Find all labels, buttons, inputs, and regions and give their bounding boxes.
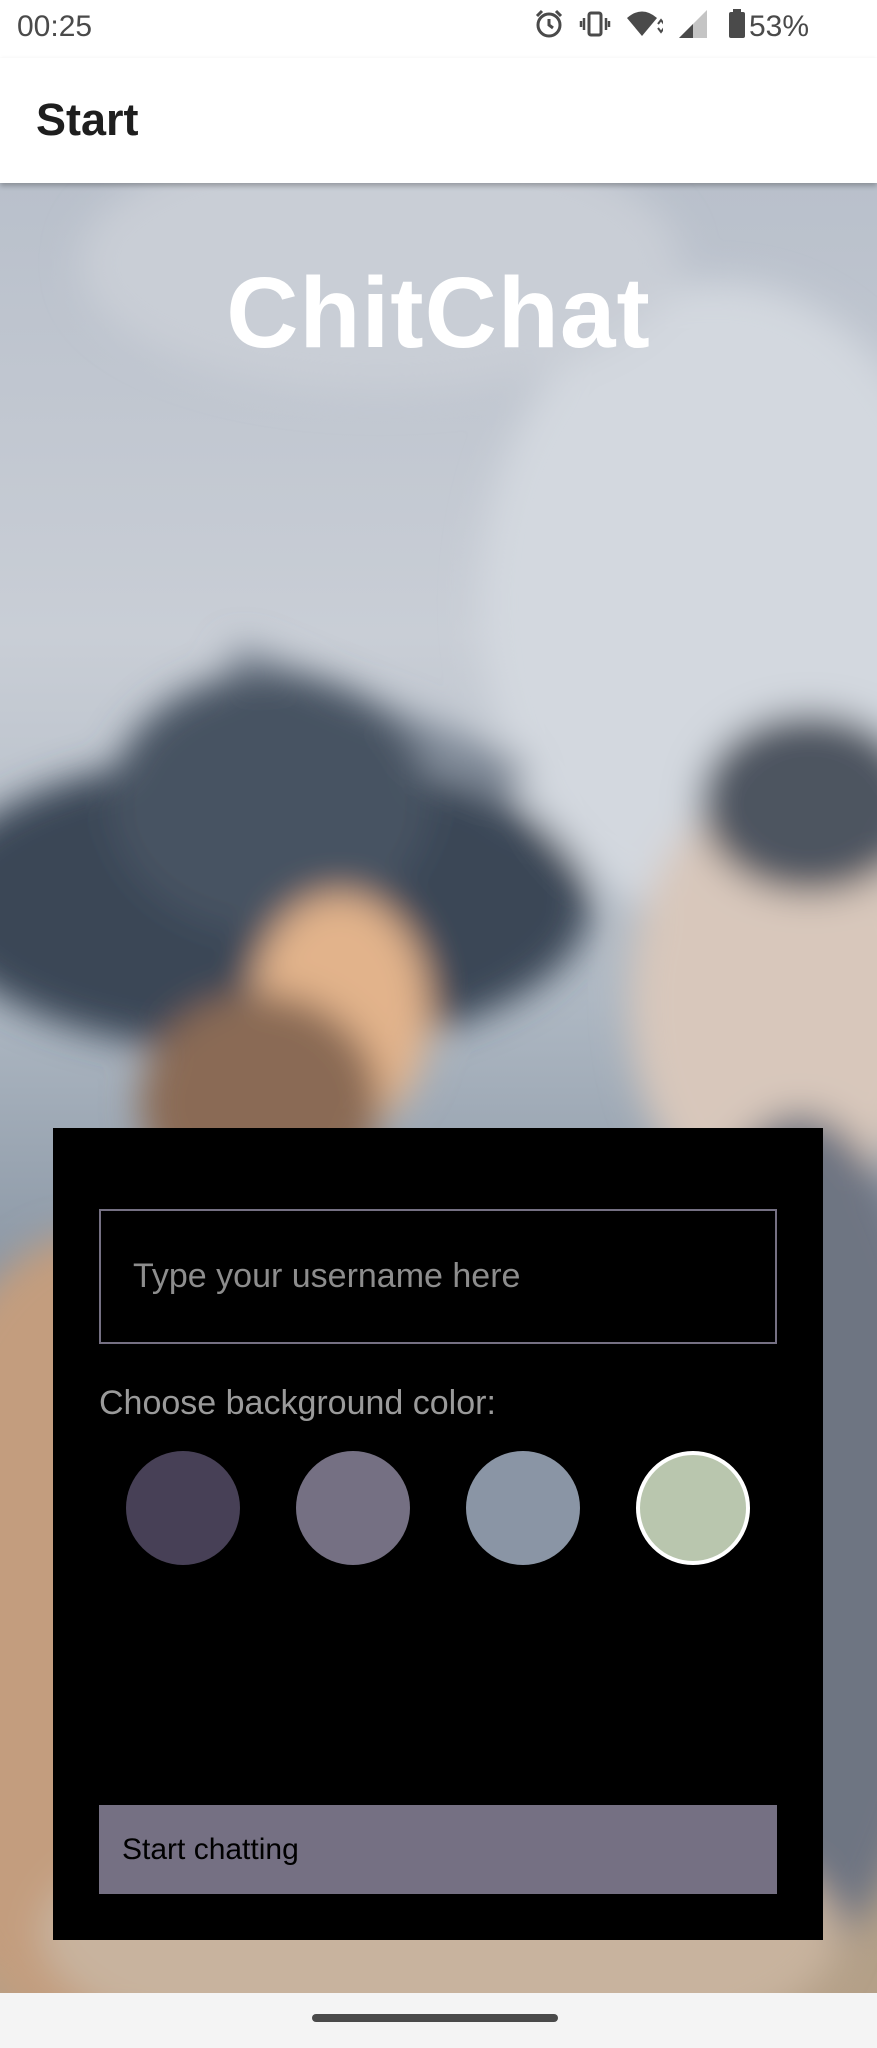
color-swatch-purple-gray[interactable] [296, 1451, 410, 1565]
wifi-icon [627, 11, 663, 36]
color-picker-label: Choose background color: [99, 1384, 496, 1422]
signal-icon [679, 10, 707, 38]
app-bar-title: Start [36, 94, 139, 145]
alarm-icon [535, 9, 563, 38]
color-swatch-dark-purple[interactable] [126, 1451, 240, 1565]
status-bar: 00:25 53% [0, 0, 877, 58]
vibrate-icon [579, 11, 611, 37]
home-gesture-handle[interactable] [312, 2014, 558, 2022]
system-navigation-bar [0, 1993, 877, 2048]
app-bar: Start [0, 58, 877, 183]
app-logo-title: ChitChat [226, 257, 651, 369]
start-form-panel: Choose background color: Start chatting [53, 1128, 823, 1940]
status-icons [533, 8, 747, 40]
status-time: 00:25 [17, 10, 93, 43]
battery-icon [729, 9, 745, 38]
start-chatting-button[interactable]: Start chatting [99, 1805, 777, 1894]
battery-percentage: 53% [748, 10, 809, 43]
color-swatch-blue-gray[interactable] [466, 1451, 580, 1565]
username-input[interactable] [99, 1209, 777, 1344]
color-swatch-sage-green[interactable] [636, 1451, 750, 1565]
